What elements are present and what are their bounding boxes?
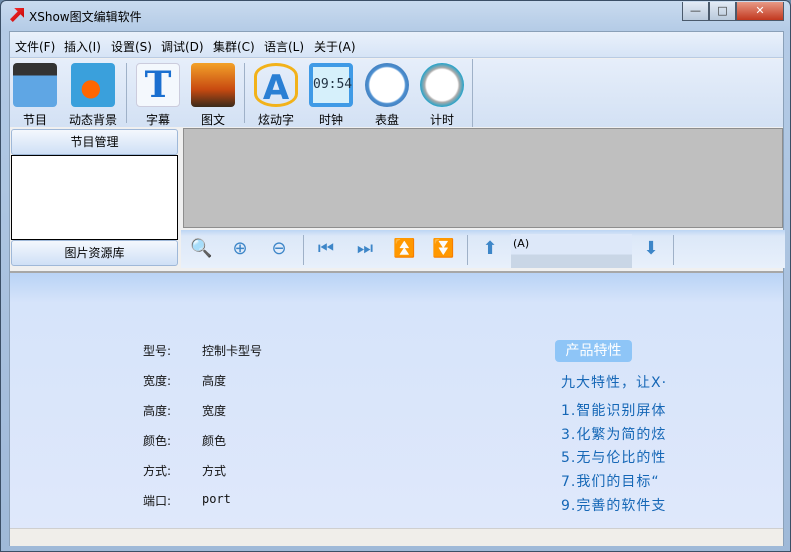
toolbar-timer-button[interactable]: 计时	[414, 61, 470, 128]
clownfish-icon	[71, 63, 115, 107]
toolbar-clock-button[interactable]: 09:54 时钟	[303, 61, 359, 128]
menu-debug[interactable]: 调试(D)	[161, 38, 204, 55]
close-button[interactable]: ✕	[736, 2, 784, 21]
window-title: XShow图文编辑软件	[29, 10, 142, 24]
color-value: 颜色	[202, 434, 227, 448]
feature-line: 九大特性，让X·	[561, 375, 668, 391]
menu-file[interactable]: 文件(F)	[15, 38, 55, 55]
menu-insert[interactable]: 插入(I)	[64, 38, 101, 55]
image-library-button[interactable]: 图片资源库	[11, 240, 178, 266]
separator	[244, 63, 245, 123]
minimize-button[interactable]: —	[682, 2, 709, 21]
features-badge: 产品特性	[555, 340, 632, 362]
move-down-icon[interactable]: ⬇	[640, 238, 662, 260]
analog-clock-icon	[365, 63, 409, 107]
menu-about[interactable]: 关于(A)	[314, 38, 356, 55]
feature-line: 3.化繁为简的炫	[561, 427, 667, 443]
move-bottom-icon[interactable]: ⏬	[432, 238, 454, 260]
maximize-button[interactable]: □	[709, 2, 736, 21]
toolbar-dial-button[interactable]: 表盘	[359, 61, 415, 128]
feature-line: 7.我们的目标“	[561, 474, 660, 490]
feature-line: 9.完善的软件支	[561, 498, 667, 514]
model-value: 控制卡型号	[202, 344, 263, 358]
mode-label: 方式:	[143, 464, 172, 478]
menu-settings[interactable]: 设置(S)	[111, 38, 152, 55]
zoom-out-icon[interactable]: ⊖	[268, 238, 290, 260]
separator	[126, 63, 127, 123]
tooltip-popup: (A)	[511, 234, 632, 268]
control-toolbar: 🔍 ⊕ ⊖ ⏮ ⏭ ⏫ ⏬ ⬆ (A) ⬇	[181, 230, 785, 268]
toolbar-label: 图文	[200, 113, 225, 127]
zoom-icon[interactable]: 🔍	[190, 238, 212, 260]
first-icon[interactable]: ⏮	[315, 238, 337, 260]
program-list[interactable]	[11, 155, 178, 240]
toolbar-caption-button[interactable]: T 字幕	[130, 61, 186, 128]
move-top-icon[interactable]: ⏫	[393, 238, 415, 260]
toolbar-dynamic-bg-button[interactable]: 动态背景	[65, 61, 121, 128]
mode-value: 方式	[202, 464, 227, 478]
magic-text-icon: A	[254, 63, 298, 108]
toolbar-label: 字幕	[145, 113, 170, 127]
separator	[673, 235, 674, 265]
model-label: 型号:	[143, 344, 172, 358]
toolbar-label: 动态背景	[68, 113, 117, 127]
toolbar-program-button[interactable]: 节目	[7, 61, 63, 128]
last-icon[interactable]: ⏭	[354, 238, 376, 260]
status-bar	[10, 528, 783, 546]
width-value: 高度	[202, 374, 227, 388]
feature-line: 5.无与伦比的性	[561, 450, 667, 466]
digital-clock-icon: 09:54	[309, 63, 353, 107]
height-label: 高度:	[143, 404, 172, 418]
port-value: port	[202, 492, 231, 506]
height-value: 宽度	[202, 404, 227, 418]
zoom-in-icon[interactable]: ⊕	[229, 238, 251, 260]
text-t-icon: T	[136, 63, 180, 107]
separator	[467, 235, 468, 265]
toolbar-label: 计时	[429, 113, 454, 127]
separator	[303, 235, 304, 265]
menu-bar: 文件(F) 插入(I) 设置(S) 调试(D) 集群(C) 语言(L) 关于(A…	[10, 32, 783, 58]
main-toolbar: 节目 动态背景 T 字幕 图文 A 炫动字 09:54 时钟 表盘 计时	[10, 59, 783, 127]
timer-icon	[420, 63, 464, 107]
preview-area	[183, 128, 783, 228]
toolbar-label: 炫动字	[257, 113, 294, 127]
app-window: XShow图文编辑软件 — □ ✕ 文件(F) 插入(I) 设置(S) 调试(D…	[0, 0, 791, 552]
toolbar-image-text-button[interactable]: 图文	[185, 61, 241, 128]
feature-line: 1.智能识别屏体	[561, 403, 667, 419]
menu-cluster[interactable]: 集群(C)	[213, 38, 255, 55]
program-manage-button[interactable]: 节目管理	[11, 129, 178, 155]
separator	[472, 59, 473, 127]
width-label: 宽度:	[143, 374, 172, 388]
color-label: 颜色:	[143, 434, 172, 448]
move-up-icon[interactable]: ⬆	[479, 238, 501, 260]
toolbar-label: 表盘	[374, 113, 399, 127]
toolbar-fancy-text-button[interactable]: A 炫动字	[248, 61, 304, 128]
client-area: 文件(F) 插入(I) 设置(S) 调试(D) 集群(C) 语言(L) 关于(A…	[9, 31, 785, 546]
info-panel: 型号: 控制卡型号 宽度: 高度 高度: 宽度 颜色: 颜色 方式: 方式 端口…	[10, 271, 783, 528]
menu-language[interactable]: 语言(L)	[264, 38, 304, 55]
app-logo-icon	[10, 8, 24, 22]
toolbar-label: 节目	[22, 113, 47, 127]
clapperboard-icon	[13, 63, 57, 107]
photo-icon	[191, 63, 235, 107]
port-label: 端口:	[143, 494, 172, 508]
toolbar-label: 时钟	[318, 113, 343, 127]
